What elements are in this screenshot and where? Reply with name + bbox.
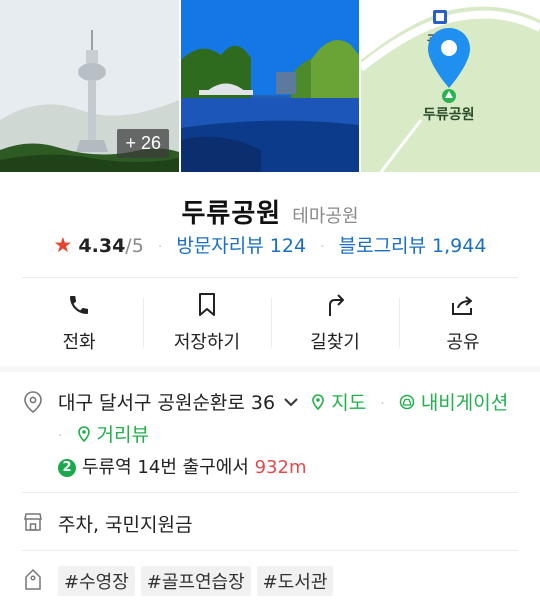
map-place-label: 두류공원 [423, 107, 475, 123]
action-bar: 전화 저장하기 길찾기 공유 [15, 290, 527, 356]
share-icon [452, 296, 472, 315]
chevron-down-icon[interactable] [283, 396, 299, 408]
blog-reviews-link[interactable]: 블로그리뷰 1,944 [339, 235, 487, 257]
separator-dot: · [380, 395, 385, 412]
location-pin-icon [24, 391, 42, 414]
keyword-tag[interactable]: #골프연습장 [140, 566, 251, 596]
subway-info: 2 두류역 14번 출구에서 932m [58, 453, 306, 479]
share-label: 공유 [446, 332, 480, 353]
divider [22, 550, 518, 551]
map-link[interactable]: 지도 [311, 392, 372, 414]
more-photos-badge[interactable]: + 26 [117, 129, 169, 158]
phone-icon [70, 296, 88, 314]
share-button[interactable]: 공유 [399, 290, 527, 356]
place-category: 테마공원 [292, 206, 359, 227]
park-marker-icon [442, 89, 456, 103]
save-button[interactable]: 저장하기 [143, 290, 271, 356]
photo-tower[interactable]: + 26 [0, 0, 179, 172]
rating-row: ★ 4.34/5 · 방문자리뷰 124 · 블로그리뷰 1,944 [0, 231, 540, 258]
navigation-link[interactable]: 내비게이션 [399, 392, 508, 414]
separator-dot: · [320, 238, 325, 255]
lake-illustration [181, 0, 359, 172]
photo-lake[interactable] [181, 0, 359, 172]
subway-line-badge: 2 [58, 459, 76, 477]
divider [22, 492, 518, 493]
directions-label: 길찾기 [310, 332, 360, 353]
call-button[interactable]: 전화 [15, 290, 143, 356]
star-icon: ★ [53, 233, 73, 257]
subway-station: 두류역 [82, 457, 132, 478]
section-separator [0, 366, 540, 372]
keyword-tag[interactable]: #수영장 [58, 566, 135, 596]
subway-exit: 14번 출구에서 [137, 457, 249, 478]
address-text: 대구 달서구 공원순환로 36 [58, 392, 276, 414]
subway-distance: 932m [254, 457, 307, 478]
divider [22, 277, 518, 278]
navigation-link-label: 내비게이션 [420, 392, 509, 414]
title-row: 두류공원 테마공원 [0, 193, 540, 230]
save-label: 저장하기 [173, 332, 241, 353]
directions-button[interactable]: 길찾기 [271, 290, 399, 356]
call-label: 전화 [62, 332, 96, 353]
photo-strip: + 26 광장 [0, 0, 540, 172]
keyword-tag[interactable]: #도서관 [256, 566, 334, 596]
keyword-tags: #수영장 #골프연습장 #도서관 [58, 566, 334, 596]
directions-icon [329, 294, 344, 316]
street-view-label: 거리뷰 [96, 424, 149, 446]
separator-dot: · [157, 238, 163, 255]
place-title: 두류공원 [181, 199, 282, 229]
street-view-link[interactable]: 거리뷰 [77, 424, 149, 446]
tag-icon [25, 568, 41, 590]
street-view-icon [77, 426, 90, 443]
rating-score: 4.34 [78, 235, 126, 257]
map-pin-small-icon [312, 394, 325, 411]
facilities-text: 주차, 국민지원금 [58, 514, 193, 536]
store-icon [24, 513, 42, 531]
photo-map[interactable]: 광장 두류공원 [361, 0, 540, 172]
car-icon [399, 394, 415, 410]
separator-dot: · [58, 427, 63, 444]
bookmark-icon [199, 293, 215, 316]
street-view-line: · 거리뷰 [58, 420, 149, 447]
visitor-reviews-link[interactable]: 방문자리뷰 124 [176, 235, 306, 257]
map-pin-icon [428, 28, 470, 88]
rating-max: /5 [125, 235, 144, 257]
map-link-label: 지도 [331, 392, 367, 414]
address-line: 대구 달서구 공원순환로 36 지도 · 내비게이션 [58, 388, 508, 415]
